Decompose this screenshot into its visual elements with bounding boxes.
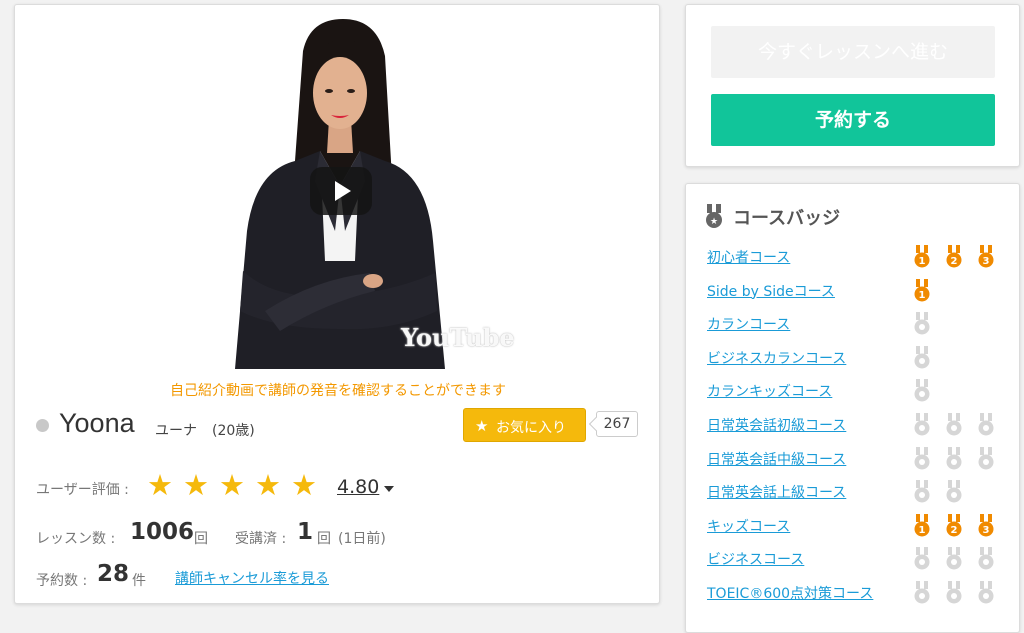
reservations-unit: 件 xyxy=(132,573,146,589)
gray-medal-icon xyxy=(914,413,930,436)
last-lesson-note: (1日前) xyxy=(338,531,386,547)
course-row: TOEIC®600点対策コース xyxy=(707,581,1007,605)
course-row: 日常英会話上級コース xyxy=(707,480,1007,504)
lesson-action-card: 今すぐレッスンへ進む 予約する xyxy=(685,4,1020,167)
lessons-label: レッスン数 : xyxy=(36,531,116,547)
svg-text:2: 2 xyxy=(951,525,958,536)
course-row: キッズコース 1 2 3 xyxy=(707,513,1007,538)
gold-medal-icon: 2 xyxy=(946,245,962,268)
star-icon: ★ xyxy=(255,468,281,502)
gray-medal-icon xyxy=(978,581,994,604)
svg-text:3: 3 xyxy=(983,256,990,267)
gray-medal-icon xyxy=(946,413,962,436)
teacher-name: Yoona xyxy=(59,408,135,438)
gold-medal-icon: 3 xyxy=(978,245,994,268)
course-link[interactable]: 日常英会話上級コース xyxy=(707,482,846,502)
gray-medal-icon xyxy=(914,379,930,402)
course-row: 日常英会話中級コース xyxy=(707,446,1007,471)
course-link[interactable]: 日常英会話初級コース xyxy=(707,415,846,435)
gray-medal-icon xyxy=(946,547,962,570)
lessons-count: 1006 xyxy=(130,519,195,545)
teacher-age: (20歳) xyxy=(212,423,255,439)
favorite-button[interactable]: ★ お気に入り xyxy=(463,408,586,442)
gray-medal-icon xyxy=(914,345,930,369)
gray-medal-icon xyxy=(914,480,930,503)
badge-icon: ★ xyxy=(706,204,722,228)
course-row: カランコース xyxy=(707,312,1007,336)
star-icon: ★ xyxy=(475,417,489,435)
course-link[interactable]: ビジネスコース xyxy=(707,549,804,569)
gold-medal-icon: 1 xyxy=(914,513,930,537)
favorite-label: お気に入り xyxy=(496,420,566,436)
gold-medal-icon: 2 xyxy=(946,513,962,537)
gray-medal-icon xyxy=(946,581,962,604)
svg-text:3: 3 xyxy=(983,525,990,536)
star-icon: ★ xyxy=(183,468,209,502)
teacher-name-kana: ユーナ xyxy=(155,423,197,439)
start-lesson-button[interactable]: 今すぐレッスンへ進む xyxy=(711,26,995,78)
gray-medal-icon xyxy=(914,446,930,470)
cancel-rate-link[interactable]: 講師キャンセル率を見る xyxy=(175,568,329,588)
course-row: 初心者コース 1 2 3 xyxy=(707,245,1007,269)
svg-text:1: 1 xyxy=(919,290,926,301)
taken-unit: 回 xyxy=(317,531,331,547)
reservations-label: 予約数 : xyxy=(36,573,88,589)
taken-label: 受講済 : xyxy=(235,531,287,547)
taken-count: 1 xyxy=(297,519,314,545)
course-link[interactable]: キッズコース xyxy=(707,516,790,536)
youtube-logo: YouTube xyxy=(401,323,515,352)
svg-text:★: ★ xyxy=(710,217,718,227)
lessons-unit: 回 xyxy=(194,531,208,547)
course-row: ビジネスカランコース xyxy=(707,345,1007,370)
gray-medal-icon xyxy=(946,480,962,503)
online-status-indicator xyxy=(36,419,49,432)
course-row: Side by Sideコース 1 xyxy=(707,278,1007,303)
course-link[interactable]: 日常英会話中級コース xyxy=(707,449,846,469)
gold-medal-icon: 1 xyxy=(914,278,930,302)
video-caption: 自己紹介動画で講師の発音を確認することができます xyxy=(170,383,506,399)
gray-medal-icon xyxy=(914,581,930,604)
course-badge-card: ★ コースバッジ 初心者コース 1 2 3 Side by Sideコース 1 カランコース… xyxy=(685,183,1020,633)
gold-medal-icon: 3 xyxy=(978,513,994,537)
rating-label: ユーザー評価 : xyxy=(36,482,129,498)
star-icon: ★ xyxy=(147,468,173,502)
reservations-count: 28 xyxy=(97,561,130,587)
svg-text:2: 2 xyxy=(951,256,958,267)
svg-text:1: 1 xyxy=(919,525,926,536)
gray-medal-icon xyxy=(978,446,994,470)
course-row: カランキッズコース xyxy=(707,379,1007,403)
course-link[interactable]: カランキッズコース xyxy=(707,381,832,401)
gold-medal-icon: 1 xyxy=(914,245,930,268)
course-link[interactable]: TOEIC®600点対策コース xyxy=(707,583,873,603)
gray-medal-icon xyxy=(946,446,962,470)
course-link[interactable]: Side by Sideコース xyxy=(707,281,835,301)
play-button[interactable] xyxy=(310,167,372,215)
gray-medal-icon xyxy=(978,547,994,570)
course-link[interactable]: カランコース xyxy=(707,314,790,334)
intro-video[interactable] xyxy=(195,11,485,369)
teacher-profile-card: YouTube 自己紹介動画で講師の発音を確認することができます Yoona ユ… xyxy=(14,4,660,604)
badge-section-title: コースバッジ xyxy=(733,208,841,229)
star-icon: ★ xyxy=(219,468,245,502)
reserve-button[interactable]: 予約する xyxy=(711,94,995,146)
svg-text:1: 1 xyxy=(919,256,926,267)
gray-medal-icon xyxy=(914,312,930,335)
star-icon: ★ xyxy=(291,468,317,502)
favorite-count: 267 xyxy=(596,411,638,437)
course-row: 日常英会話初級コース xyxy=(707,413,1007,437)
caret-down-icon[interactable] xyxy=(384,486,394,492)
course-row: ビジネスコース xyxy=(707,547,1007,571)
rating-value[interactable]: 4.80 xyxy=(337,476,379,498)
course-link[interactable]: 初心者コース xyxy=(707,247,790,267)
course-link[interactable]: ビジネスカランコース xyxy=(707,348,846,368)
gray-medal-icon xyxy=(978,413,994,436)
gray-medal-icon xyxy=(914,547,930,570)
